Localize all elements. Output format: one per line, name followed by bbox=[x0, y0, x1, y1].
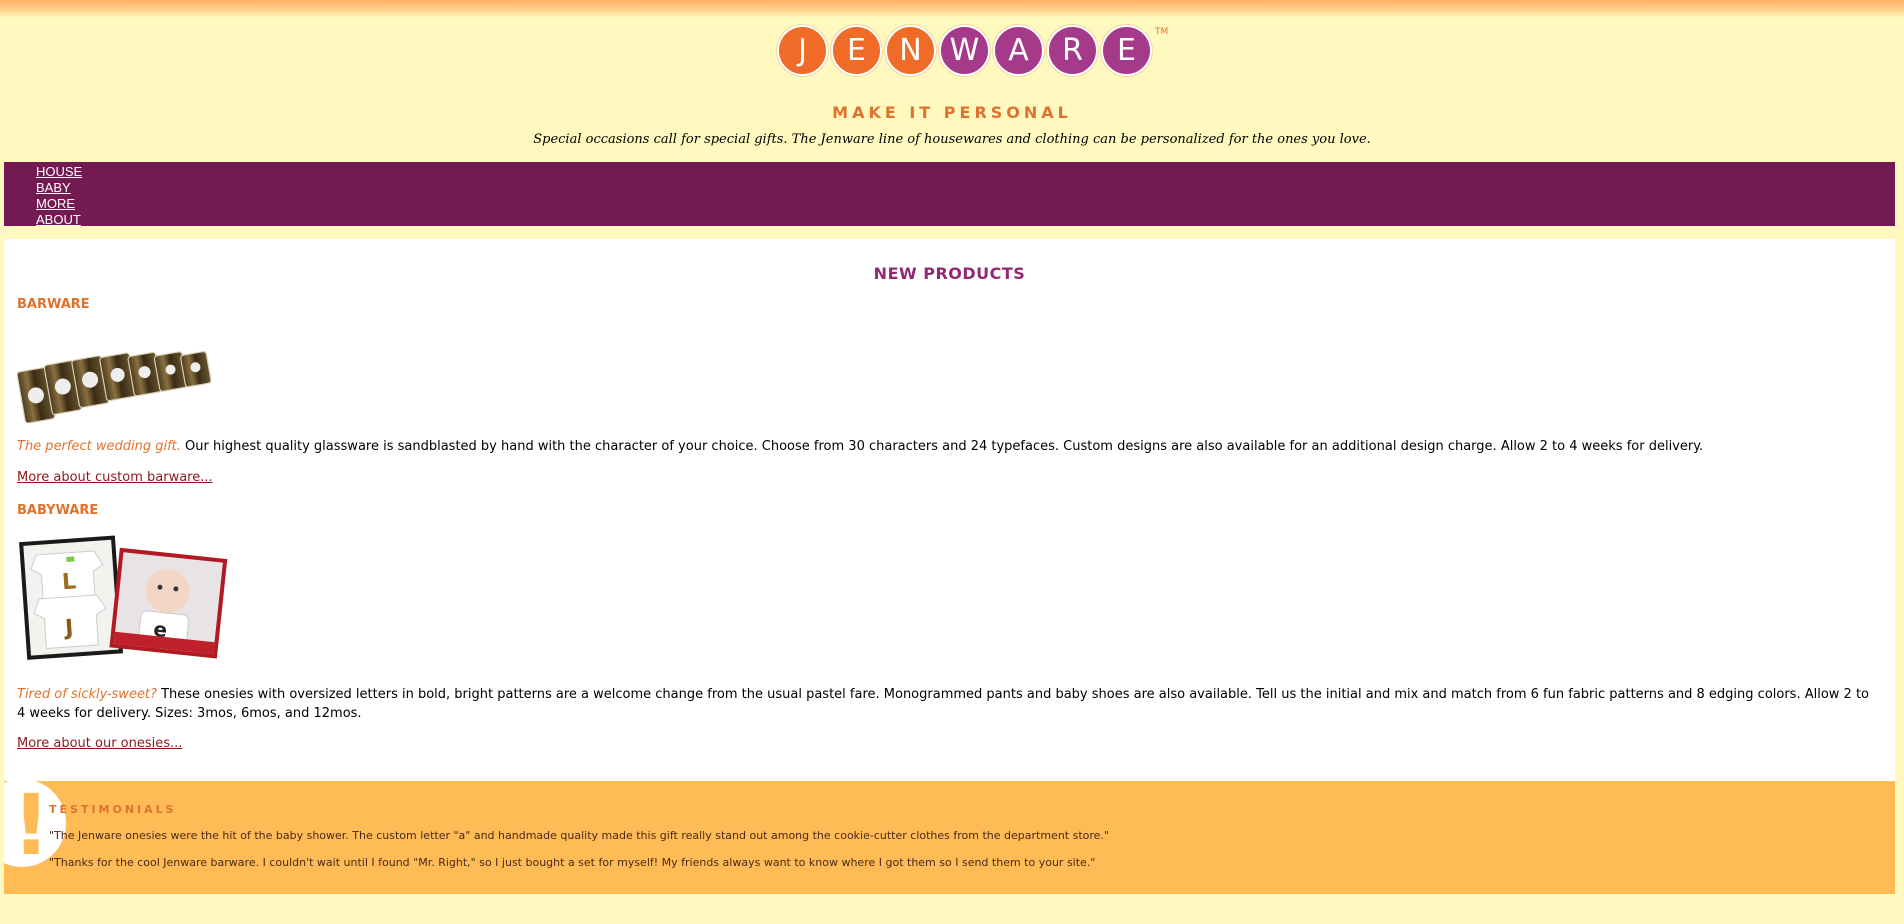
trademark-symbol: TM bbox=[1155, 27, 1169, 37]
babyware-description: Tired of sickly-sweet? These onesies wit… bbox=[17, 685, 1877, 723]
slogan: MAKE IT PERSONAL bbox=[832, 103, 1072, 122]
babyware-photo: L J e bbox=[19, 535, 228, 660]
main-nav: HOUSE BABY MORE ABOUT bbox=[4, 162, 1895, 227]
barware-more-link[interactable]: More about custom barware... bbox=[17, 470, 213, 485]
babyware-lead: Tired of sickly-sweet? bbox=[17, 687, 157, 702]
babyware-heading: BABYWARE bbox=[17, 503, 99, 518]
tagline: Special occasions call for special gifts… bbox=[533, 132, 1371, 147]
barware-photo bbox=[17, 351, 212, 423]
testimonials-section: ! TESTIMONIALS "The Jenware onesies were… bbox=[4, 781, 1895, 894]
nav-link-baby[interactable]: BABY bbox=[36, 180, 71, 195]
nav-item-baby: BABY bbox=[36, 179, 1895, 195]
nav-link-about[interactable]: ABOUT bbox=[36, 212, 81, 227]
nav-item-more: MORE bbox=[36, 195, 1895, 211]
logo-ball-a: A bbox=[993, 25, 1044, 76]
logo-ball-r: R bbox=[1047, 25, 1098, 76]
logo-ball-e2: E bbox=[1101, 25, 1152, 76]
top-gradient-strip bbox=[0, 0, 1904, 18]
logo-ball-n: N bbox=[885, 25, 936, 76]
barware-heading: BARWARE bbox=[17, 297, 90, 312]
barware-body: Our highest quality glassware is sandbla… bbox=[180, 439, 1704, 454]
babyware-more-link[interactable]: More about our onesies... bbox=[17, 736, 182, 751]
logo-ball-j: J bbox=[777, 25, 828, 76]
testimonial-quote-1: "The Jenware onesies were the hit of the… bbox=[49, 829, 1109, 842]
new-products-title: NEW PRODUCTS bbox=[873, 264, 1026, 283]
nav-link-house[interactable]: HOUSE bbox=[36, 164, 82, 179]
nav-item-house: HOUSE bbox=[36, 163, 1895, 179]
babyware-body: These onesies with oversized letters in … bbox=[17, 687, 1870, 721]
barware-description: The perfect wedding gift. Our highest qu… bbox=[17, 437, 1877, 456]
main-content: NEW PRODUCTS BARWARE The perfect wedding… bbox=[4, 239, 1895, 781]
logo-ball-w: W bbox=[939, 25, 990, 76]
jenware-logo[interactable]: J E N W A R E TM bbox=[777, 25, 1169, 76]
nav-link-more[interactable]: MORE bbox=[36, 196, 75, 211]
exclamation-icon: ! bbox=[12, 781, 51, 874]
testimonial-quote-2: "Thanks for the cool Jenware barware. I … bbox=[49, 856, 1096, 869]
nav-item-about: ABOUT bbox=[36, 211, 1895, 227]
barware-lead: The perfect wedding gift. bbox=[17, 439, 181, 454]
testimonials-heading: TESTIMONIALS bbox=[49, 803, 177, 816]
svg-text:L: L bbox=[61, 569, 77, 595]
logo-ball-e: E bbox=[831, 25, 882, 76]
